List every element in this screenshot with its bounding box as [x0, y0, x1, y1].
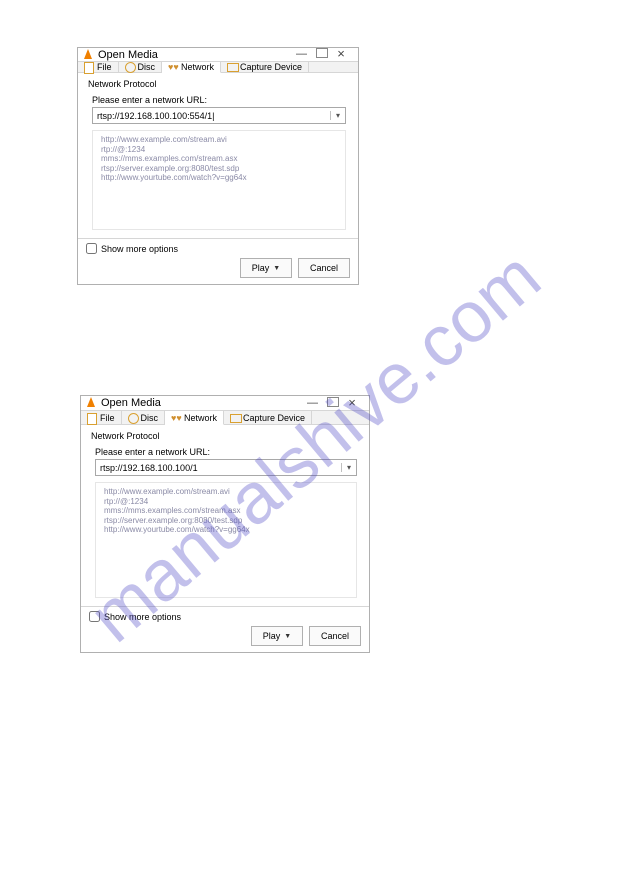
- caret-down-icon: ▼: [284, 633, 291, 640]
- close-button[interactable]: ×: [336, 48, 346, 61]
- network-panel: Network Protocol Please enter a network …: [78, 73, 358, 238]
- url-prompt: Please enter a network URL:: [88, 93, 350, 107]
- titlebar: Open Media — ×: [78, 48, 358, 62]
- play-button[interactable]: Play ▼: [240, 258, 292, 278]
- capture-icon: [230, 413, 240, 423]
- cancel-button[interactable]: Cancel: [298, 258, 350, 278]
- chevron-down-icon[interactable]: ▾: [341, 463, 356, 472]
- show-more-checkbox[interactable]: [86, 243, 97, 254]
- play-button[interactable]: Play ▼: [251, 626, 303, 646]
- example-line: http://www.yourtube.com/watch?v=gg64x: [101, 173, 337, 183]
- file-icon: [87, 413, 97, 423]
- example-line: http://www.example.com/stream.avi: [101, 135, 337, 145]
- tab-capture-label: Capture Device: [243, 413, 305, 423]
- example-line: rtsp://server.example.org:8080/test.sdp: [101, 164, 337, 174]
- minimize-button[interactable]: —: [296, 48, 306, 61]
- url-prompt: Please enter a network URL:: [91, 445, 361, 459]
- tab-disc-label: Disc: [138, 62, 156, 72]
- disc-icon: [128, 413, 138, 423]
- tab-disc-label: Disc: [141, 413, 159, 423]
- show-more-checkbox[interactable]: [89, 611, 100, 622]
- example-line: rtsp://server.example.org:8080/test.sdp: [104, 516, 348, 526]
- network-icon: ♥♥: [171, 413, 181, 423]
- close-button[interactable]: ×: [347, 397, 357, 410]
- url-value: rtsp://192.168.100.100:554/1|: [93, 111, 330, 121]
- section-title: Network Protocol: [91, 431, 361, 445]
- tab-capture[interactable]: Capture Device: [224, 411, 312, 424]
- tab-file-label: File: [100, 413, 115, 423]
- play-label: Play: [252, 263, 270, 273]
- example-line: mms://mms.examples.com/stream.asx: [104, 506, 348, 516]
- minimize-button[interactable]: —: [307, 397, 317, 410]
- disc-icon: [125, 62, 135, 72]
- cancel-label: Cancel: [321, 631, 349, 641]
- tab-disc[interactable]: Disc: [122, 411, 166, 424]
- tab-disc[interactable]: Disc: [119, 62, 163, 72]
- caret-down-icon: ▼: [273, 265, 280, 272]
- titlebar: Open Media — ×: [81, 396, 369, 411]
- dialog-bottom: Show more options Play ▼ Cancel: [78, 238, 358, 284]
- url-combobox[interactable]: rtsp://192.168.100.100:554/1| ▾: [92, 107, 346, 124]
- cancel-button[interactable]: Cancel: [309, 626, 361, 646]
- tab-file-label: File: [97, 62, 112, 72]
- show-more-label: Show more options: [104, 612, 181, 622]
- url-combobox[interactable]: rtsp://192.168.100.100/1 ▾: [95, 459, 357, 476]
- example-line: rtp://@:1234: [104, 497, 348, 507]
- window-title: Open Media: [98, 49, 158, 61]
- tab-network-label: Network: [181, 62, 214, 72]
- play-label: Play: [263, 631, 281, 641]
- chevron-down-icon[interactable]: ▾: [330, 111, 345, 120]
- url-examples: http://www.example.com/stream.avi rtp://…: [92, 130, 346, 230]
- tab-network[interactable]: ♥♥ Network: [165, 411, 224, 425]
- dialog-bottom: Show more options Play ▼ Cancel: [81, 606, 369, 652]
- open-media-dialog-2: Open Media — × File Disc ♥♥ Network Capt…: [80, 395, 370, 653]
- open-media-dialog-1: Open Media — × File Disc ♥♥ Network Capt…: [77, 47, 359, 285]
- section-title: Network Protocol: [88, 79, 350, 93]
- vlc-cone-icon: [82, 49, 94, 61]
- maximize-button[interactable]: [316, 48, 326, 61]
- tab-capture[interactable]: Capture Device: [221, 62, 309, 72]
- network-icon: ♥♥: [168, 62, 178, 72]
- example-line: http://www.example.com/stream.avi: [104, 487, 348, 497]
- tab-network-label: Network: [184, 413, 217, 423]
- example-line: mms://mms.examples.com/stream.asx: [101, 154, 337, 164]
- example-line: rtp://@:1234: [101, 145, 337, 155]
- window-title: Open Media: [101, 397, 161, 409]
- vlc-cone-icon: [85, 397, 97, 409]
- tab-bar: File Disc ♥♥ Network Capture Device: [78, 62, 358, 73]
- tab-file[interactable]: File: [78, 62, 119, 72]
- network-panel: Network Protocol Please enter a network …: [81, 425, 369, 606]
- cancel-label: Cancel: [310, 263, 338, 273]
- url-examples: http://www.example.com/stream.avi rtp://…: [95, 482, 357, 598]
- maximize-button[interactable]: [327, 397, 337, 410]
- tab-capture-label: Capture Device: [240, 62, 302, 72]
- capture-icon: [227, 62, 237, 72]
- tab-network[interactable]: ♥♥ Network: [162, 62, 221, 73]
- file-icon: [84, 62, 94, 72]
- example-line: http://www.yourtube.com/watch?v=gg64x: [104, 525, 348, 535]
- tab-bar: File Disc ♥♥ Network Capture Device: [81, 411, 369, 425]
- show-more-label: Show more options: [101, 244, 178, 254]
- tab-file[interactable]: File: [81, 411, 122, 424]
- url-value: rtsp://192.168.100.100/1: [96, 463, 341, 473]
